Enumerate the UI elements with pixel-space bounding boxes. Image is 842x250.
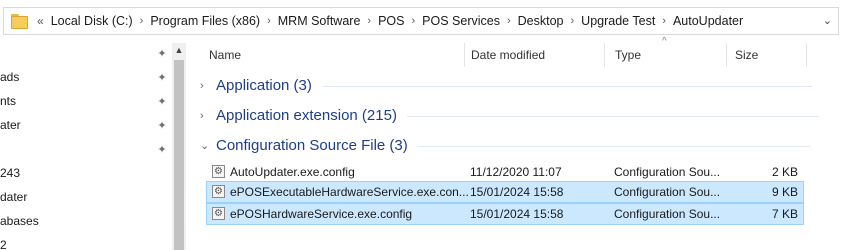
pin-icon[interactable]: ✦ (156, 143, 168, 157)
group-divider (417, 145, 810, 147)
group-divider (406, 115, 819, 117)
pin-icon[interactable]: ✦ (156, 95, 168, 109)
nav-scrollbar[interactable]: ▲ (172, 43, 186, 250)
file-row[interactable]: ePOSExecutableHardwareService.exe.con...… (206, 181, 804, 203)
nav-item[interactable]: 243 (0, 163, 20, 183)
breadcrumb-upgrade-test[interactable]: Upgrade Test (581, 14, 655, 28)
column-header-size[interactable]: Size (726, 43, 806, 67)
breadcrumb-separator-icon[interactable]: › (367, 15, 371, 27)
file-size: 9 KB (771, 185, 798, 199)
nav-item[interactable]: abases (0, 211, 39, 231)
file-row[interactable]: AutoUpdater.exe.config 11/12/2020 11:07 … (206, 161, 804, 183)
file-name[interactable]: AutoUpdater.exe.config (230, 161, 470, 183)
group-divider (321, 85, 812, 87)
group-header-application[interactable]: › Application (3) (186, 73, 812, 99)
chevron-right-icon[interactable]: › (200, 73, 212, 99)
breadcrumb-separator-icon[interactable]: › (411, 15, 415, 27)
file-size: 7 KB (771, 207, 798, 221)
file-row[interactable]: ePOSHardwareService.exe.config 15/01/202… (206, 203, 804, 225)
nav-item[interactable]: 2 (0, 235, 7, 250)
breadcrumb-mrm-software[interactable]: MRM Software (278, 14, 361, 28)
config-file-icon (212, 161, 225, 183)
breadcrumb-separator-icon[interactable]: › (662, 15, 666, 27)
group-label[interactable]: Application extension (215) (216, 103, 397, 129)
group-label[interactable]: Configuration Source File (3) (216, 133, 408, 159)
group-header-configuration-source-file[interactable]: ⌄ Configuration Source File (3) (186, 133, 810, 159)
file-type: Configuration Sou... (614, 207, 721, 221)
config-file-icon (212, 203, 225, 225)
breadcrumb-autoupdater[interactable]: AutoUpdater (673, 14, 743, 28)
navigation-pane: ads nts ater 243 dater abases 2 ✦ ✦ ✦ ✦ … (0, 43, 172, 250)
pin-icon[interactable]: ✦ (156, 47, 168, 61)
nav-item[interactable]: dater (0, 187, 27, 207)
column-header-date-modified[interactable]: Date modified (462, 43, 602, 67)
chevron-right-icon[interactable]: › (200, 103, 212, 129)
file-list: Name Date modified Type Size ^ › Applica… (186, 36, 842, 250)
address-bar: « Local Disk (C:) › Program Files (x86) … (0, 0, 842, 43)
breadcrumb-separator-icon[interactable]: › (507, 15, 511, 27)
breadcrumb-pos[interactable]: POS (378, 14, 404, 28)
breadcrumb-pos-services[interactable]: POS Services (422, 14, 500, 28)
file-date-modified: 15/01/2024 15:58 (470, 185, 564, 199)
breadcrumb-local-disk[interactable]: Local Disk (C:) (51, 14, 133, 28)
breadcrumb-separator-icon[interactable]: › (571, 15, 575, 27)
sort-ascending-icon: ^ (662, 36, 667, 47)
config-file-icon (212, 181, 225, 203)
scrollbar-thumb[interactable] (174, 60, 184, 250)
chevron-down-icon[interactable]: ⌄ (200, 133, 212, 159)
pin-icon[interactable]: ✦ (156, 71, 168, 85)
column-divider[interactable] (604, 43, 605, 67)
column-divider[interactable] (806, 43, 807, 67)
group-header-application-extension[interactable]: › Application extension (215) (186, 103, 819, 129)
nav-item[interactable]: ater (0, 115, 21, 135)
folder-icon (11, 14, 29, 29)
address-dropdown-chevron-icon[interactable]: ⌄ (823, 14, 832, 27)
group-label[interactable]: Application (3) (216, 73, 312, 99)
nav-item[interactable]: nts (0, 91, 16, 111)
nav-item[interactable]: ads (0, 67, 19, 87)
breadcrumb-overflow-button[interactable]: « (37, 14, 44, 28)
breadcrumb-separator-icon[interactable]: › (140, 15, 144, 27)
address-box[interactable]: « Local Disk (C:) › Program Files (x86) … (3, 7, 839, 35)
breadcrumb-separator-icon[interactable]: › (267, 15, 271, 27)
file-type: Configuration Sou... (614, 165, 721, 179)
breadcrumb-desktop[interactable]: Desktop (518, 14, 564, 28)
file-date-modified: 11/12/2020 11:07 (470, 165, 562, 179)
breadcrumb-program-files[interactable]: Program Files (x86) (150, 14, 260, 28)
column-header-name[interactable]: Name (200, 43, 466, 67)
pin-icon[interactable]: ✦ (156, 119, 168, 133)
file-name[interactable]: ePOSExecutableHardwareService.exe.con... (230, 181, 470, 203)
file-name[interactable]: ePOSHardwareService.exe.config (230, 203, 470, 225)
scroll-up-icon[interactable]: ▲ (172, 45, 186, 55)
breadcrumb: « Local Disk (C:) › Program Files (x86) … (37, 14, 743, 28)
file-size: 2 KB (771, 165, 798, 179)
file-date-modified: 15/01/2024 15:58 (470, 207, 564, 221)
file-type: Configuration Sou... (614, 185, 721, 199)
